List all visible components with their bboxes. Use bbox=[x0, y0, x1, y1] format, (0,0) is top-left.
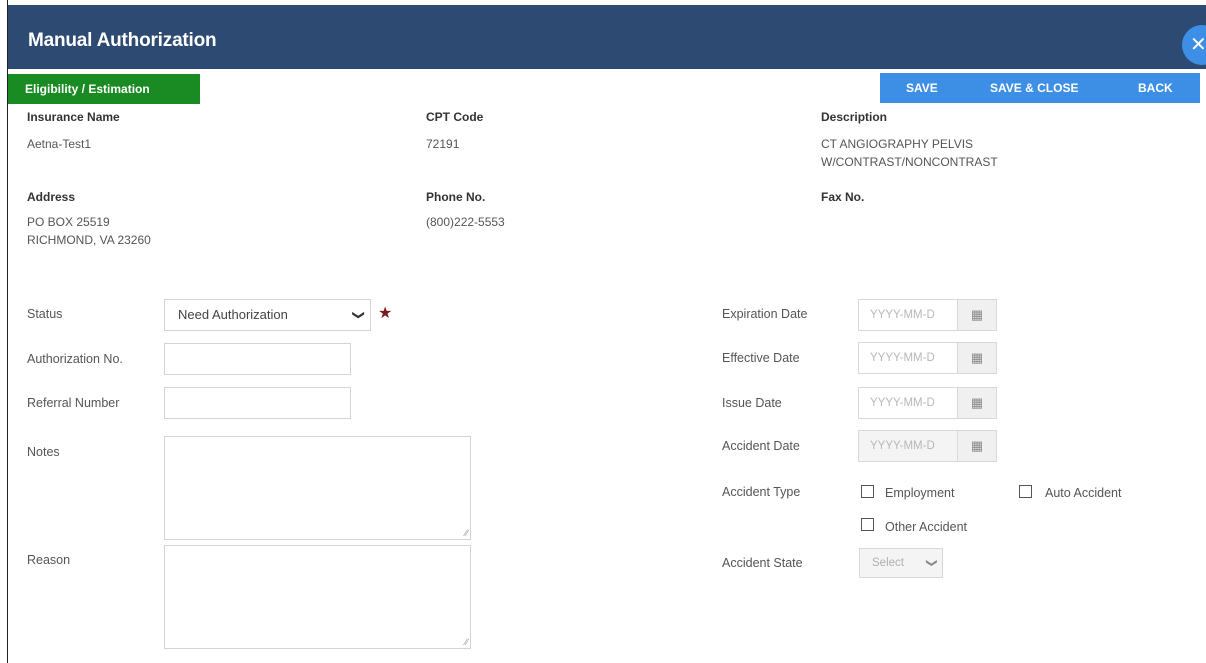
description-line-2: W/CONTRAST/NONCONTRAST bbox=[821, 155, 998, 169]
authorization-no-input[interactable] bbox=[164, 343, 351, 375]
date-placeholder: YYYY-MM-D bbox=[870, 352, 935, 364]
cpt-code-value: 72191 bbox=[426, 137, 460, 151]
employment-checkbox[interactable] bbox=[861, 485, 874, 498]
close-button[interactable]: ✕ bbox=[1182, 25, 1206, 65]
accident-state-label: Accident State bbox=[722, 556, 803, 570]
status-select[interactable]: Need Authorization ❯ bbox=[164, 299, 371, 331]
employment-checkbox-label: Employment bbox=[885, 486, 955, 500]
save-button[interactable]: SAVE bbox=[906, 73, 938, 103]
accident-date-label: Accident Date bbox=[722, 439, 800, 453]
accident-state-value: Select bbox=[872, 557, 904, 569]
date-placeholder: YYYY-MM-D bbox=[870, 309, 935, 321]
phone-value: (800)222-5553 bbox=[426, 215, 505, 229]
notes-label: Notes bbox=[27, 445, 60, 459]
other-accident-checkbox-label: Other Accident bbox=[885, 520, 967, 534]
resize-grip-icon[interactable]: ∕∕ bbox=[465, 637, 468, 647]
effective-date-label: Effective Date bbox=[722, 351, 800, 365]
address-line-2: RICHMOND, VA 23260 bbox=[27, 233, 151, 247]
referral-number-input[interactable] bbox=[164, 387, 351, 419]
date-placeholder: YYYY-MM-D bbox=[870, 440, 935, 452]
close-icon: ✕ bbox=[1190, 34, 1206, 56]
calendar-icon[interactable]: ▦ bbox=[957, 300, 996, 330]
expiration-date-label: Expiration Date bbox=[722, 307, 808, 321]
tab-eligibility-estimation[interactable]: Eligibility / Estimation bbox=[8, 74, 200, 104]
authorization-no-label: Authorization No. bbox=[27, 352, 123, 366]
accident-type-label: Accident Type bbox=[722, 485, 801, 499]
calendar-icon[interactable]: ▦ bbox=[957, 343, 996, 373]
effective-date-input[interactable]: YYYY-MM-D ▦ bbox=[858, 342, 997, 374]
reason-label: Reason bbox=[27, 553, 71, 567]
required-star-icon: ★ bbox=[378, 305, 393, 322]
save-and-close-button[interactable]: SAVE & CLOSE bbox=[990, 73, 1078, 103]
description-line-1: CT ANGIOGRAPHY PELVIS bbox=[821, 137, 974, 151]
resize-grip-icon[interactable]: ∕∕ bbox=[465, 528, 468, 538]
description-label: Description bbox=[821, 110, 888, 124]
insurance-name-value: Aetna-Test1 bbox=[27, 137, 92, 151]
chevron-down-icon: ❯ bbox=[351, 309, 366, 321]
accident-state-select[interactable]: Select ❯ bbox=[859, 548, 943, 578]
date-placeholder: YYYY-MM-D bbox=[870, 397, 935, 409]
dialog-title: Manual Authorization bbox=[28, 30, 217, 51]
auto-accident-checkbox-label: Auto Accident bbox=[1045, 486, 1122, 500]
cpt-code-label: CPT Code bbox=[426, 110, 484, 124]
accident-date-input[interactable]: YYYY-MM-D ▦ bbox=[858, 430, 997, 462]
chevron-down-icon: ❯ bbox=[925, 558, 938, 568]
referral-number-label: Referral Number bbox=[27, 396, 120, 410]
reason-textarea[interactable]: ∕∕ bbox=[164, 545, 471, 649]
other-accident-checkbox[interactable] bbox=[861, 518, 874, 531]
issue-date-input[interactable]: YYYY-MM-D ▦ bbox=[858, 387, 997, 419]
expiration-date-input[interactable]: YYYY-MM-D ▦ bbox=[858, 299, 997, 331]
issue-date-label: Issue Date bbox=[722, 396, 782, 410]
address-line-1: PO BOX 25519 bbox=[27, 215, 110, 229]
insurance-name-label: Insurance Name bbox=[27, 110, 120, 124]
phone-label: Phone No. bbox=[426, 190, 486, 204]
action-toolbar: SAVE SAVE & CLOSE BACK bbox=[880, 73, 1200, 103]
auto-accident-checkbox[interactable] bbox=[1019, 485, 1032, 498]
dialog-header: Manual Authorization ✕ bbox=[8, 5, 1206, 69]
fax-label: Fax No. bbox=[821, 190, 865, 204]
calendar-icon[interactable]: ▦ bbox=[957, 431, 996, 461]
address-label: Address bbox=[27, 190, 76, 204]
back-button[interactable]: BACK bbox=[1138, 73, 1173, 103]
notes-textarea[interactable]: ∕∕ bbox=[164, 436, 471, 540]
calendar-icon[interactable]: ▦ bbox=[957, 388, 996, 418]
status-select-value: Need Authorization bbox=[178, 307, 288, 322]
status-label: Status bbox=[27, 307, 63, 321]
